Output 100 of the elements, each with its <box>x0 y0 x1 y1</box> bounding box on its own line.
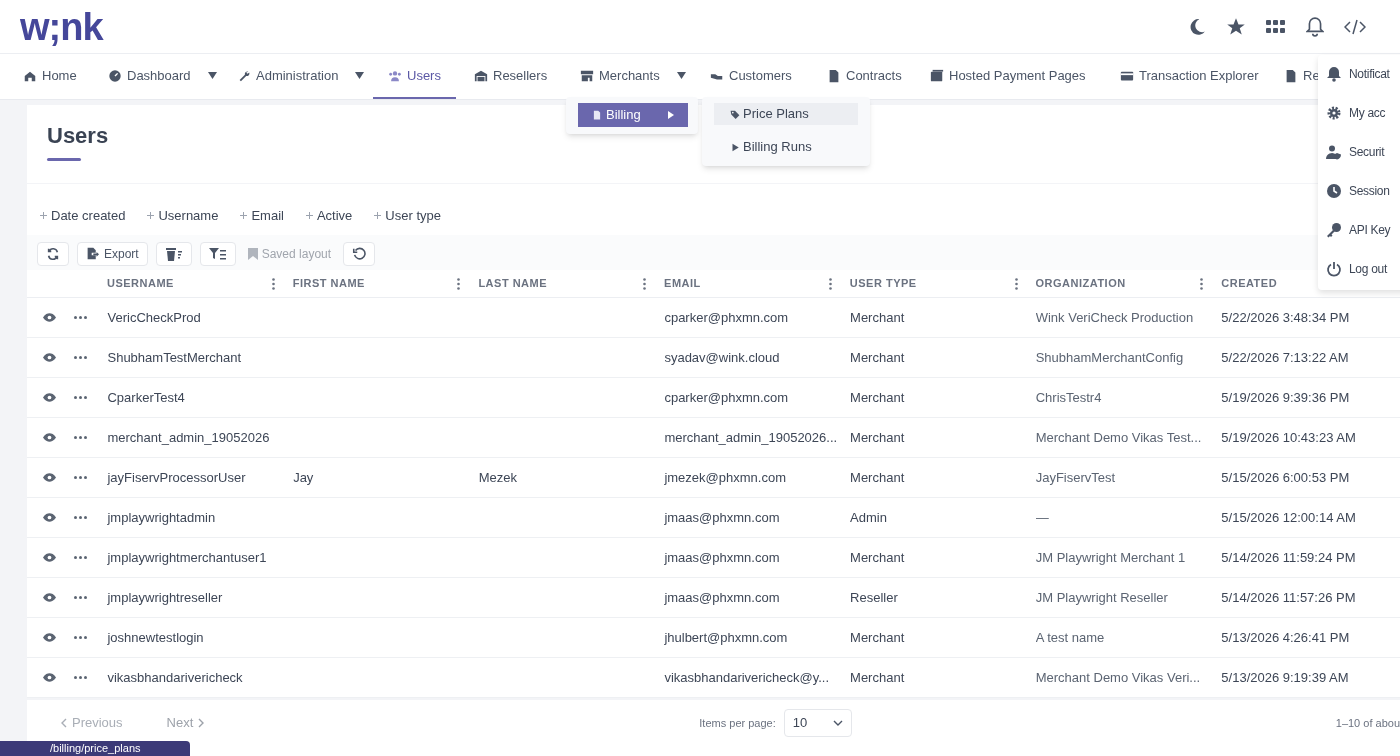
more-icon[interactable] <box>74 636 87 639</box>
eye-icon[interactable] <box>43 593 56 602</box>
nav-tab[interactable]: Transaction Explorer <box>1120 54 1259 99</box>
eye-icon[interactable] <box>43 313 56 322</box>
nav-tab[interactable]: Hosted Payment Pages <box>930 54 1086 99</box>
star-icon[interactable] <box>1226 16 1246 37</box>
nav-tab[interactable]: Merchants <box>580 54 686 99</box>
filter-chip[interactable]: Email <box>240 206 284 226</box>
eye-icon[interactable] <box>43 633 56 642</box>
items-per-page-select[interactable]: 10 <box>783 709 852 737</box>
table-cell: 5/19/2026 10:43:23 AM <box>1221 429 1356 445</box>
chevron-down-icon <box>832 720 843 726</box>
column-menu-icon[interactable] <box>828 277 832 290</box>
export-button[interactable]: Export <box>77 241 148 266</box>
table-cell: Merchant <box>850 669 905 685</box>
column-menu-icon[interactable] <box>1200 277 1204 290</box>
eye-icon[interactable] <box>43 473 56 482</box>
more-icon[interactable] <box>74 596 87 599</box>
column-menu-icon[interactable] <box>457 277 461 290</box>
column-header[interactable]: LAST NAME <box>478 275 548 292</box>
nav-tab[interactable]: Home <box>23 54 77 99</box>
menu-item[interactable]: Notificat <box>1326 65 1400 83</box>
filter-chip[interactable]: User type <box>374 206 441 226</box>
eye-icon[interactable] <box>43 393 56 402</box>
filter-chip[interactable]: Active <box>305 206 353 226</box>
logo[interactable]: w;nk <box>20 7 103 46</box>
moon-icon[interactable] <box>1188 17 1206 36</box>
table-cell: ShubhamTestMerchant <box>107 349 242 365</box>
code-icon[interactable] <box>1344 18 1366 35</box>
nav-tab[interactable]: Administration <box>237 54 365 99</box>
bell-icon[interactable] <box>1306 16 1324 37</box>
table-cell: Merchant <box>850 309 905 325</box>
window-icon <box>930 68 944 83</box>
reset-button[interactable] <box>343 241 376 266</box>
filter-chip[interactable]: Date created <box>40 206 126 226</box>
power-icon <box>1326 261 1342 277</box>
column-header[interactable]: CREATED <box>1221 275 1278 292</box>
eye-icon[interactable] <box>43 673 56 682</box>
table-cell: CparkerTest4 <box>107 389 185 405</box>
refresh-button[interactable] <box>37 241 69 266</box>
menu-item[interactable]: Price Plans <box>714 103 858 125</box>
table-cell: jmezek@phxmn.com <box>664 469 786 485</box>
page-title: Users <box>47 122 109 150</box>
storefront-icon <box>580 68 594 83</box>
undo-icon <box>352 246 367 261</box>
items-per-page-label: Items per page: <box>699 715 776 731</box>
table-cell: Merchant Demo Vikas Test... <box>1035 429 1202 445</box>
more-icon[interactable] <box>74 316 87 319</box>
menu-item[interactable]: Securit <box>1326 143 1400 161</box>
column-menu-icon[interactable] <box>643 277 647 290</box>
table-cell: jmaas@phxmn.com <box>664 589 780 605</box>
column-menu-icon[interactable] <box>1014 277 1018 290</box>
refresh-icon <box>46 246 60 261</box>
menu-item[interactable]: Session <box>1326 182 1400 200</box>
more-icon[interactable] <box>74 476 87 479</box>
eye-icon[interactable] <box>43 513 56 522</box>
menu-item[interactable]: Billing <box>578 103 688 127</box>
more-icon[interactable] <box>74 396 87 399</box>
menu-item[interactable]: API Key <box>1326 221 1400 239</box>
table-cell: ShubhamMerchantConfig <box>1035 349 1184 365</box>
nav-tab[interactable]: Contracts <box>827 54 902 99</box>
filter-icon <box>208 246 227 261</box>
clear-filters-button[interactable] <box>155 241 192 266</box>
table-cell: jmplaywrightreseller <box>107 589 223 605</box>
clock-icon <box>1326 183 1342 199</box>
table-cell: jmaas@phxmn.com <box>664 509 780 525</box>
table-cell: Mezek <box>478 469 518 485</box>
document-icon <box>827 68 841 83</box>
trash-list-icon <box>164 246 183 261</box>
nav-tab[interactable]: Dashboard <box>108 54 217 99</box>
table-cell: JM Playwright Merchant 1 <box>1035 549 1186 565</box>
nav-tab[interactable]: Resellers <box>474 54 548 99</box>
chevron-left-icon <box>61 718 67 728</box>
more-icon[interactable] <box>74 516 87 519</box>
more-icon[interactable] <box>74 556 87 559</box>
more-icon[interactable] <box>74 436 87 439</box>
column-header[interactable]: EMAIL <box>664 275 701 292</box>
column-header[interactable]: ORGANIZATION <box>1035 275 1126 292</box>
filter-chip[interactable]: Username <box>147 206 219 226</box>
more-icon[interactable] <box>74 676 87 679</box>
eye-icon[interactable] <box>43 433 56 442</box>
table-cell: Jay <box>293 469 314 485</box>
nav-tab[interactable]: Users <box>373 54 456 99</box>
plus-icon <box>40 212 47 220</box>
eye-icon[interactable] <box>43 353 56 362</box>
menu-item[interactable]: Log out <box>1326 260 1400 278</box>
plus-icon <box>147 212 155 220</box>
more-icon[interactable] <box>74 356 87 359</box>
nav-tab[interactable]: Customers <box>710 54 792 99</box>
column-header[interactable]: USER TYPE <box>849 275 917 292</box>
gauge-icon <box>108 68 122 83</box>
menu-item[interactable]: My acc <box>1326 104 1400 122</box>
apps-grid-icon[interactable] <box>1266 18 1286 35</box>
column-header[interactable]: USERNAME <box>106 275 174 292</box>
column-menu-icon[interactable] <box>271 277 275 290</box>
table-cell: Merchant <box>850 429 905 445</box>
menu-item[interactable]: Billing Runs <box>714 136 858 158</box>
column-header[interactable]: FIRST NAME <box>292 275 365 292</box>
filter-list-button[interactable] <box>199 241 236 266</box>
eye-icon[interactable] <box>43 553 56 562</box>
